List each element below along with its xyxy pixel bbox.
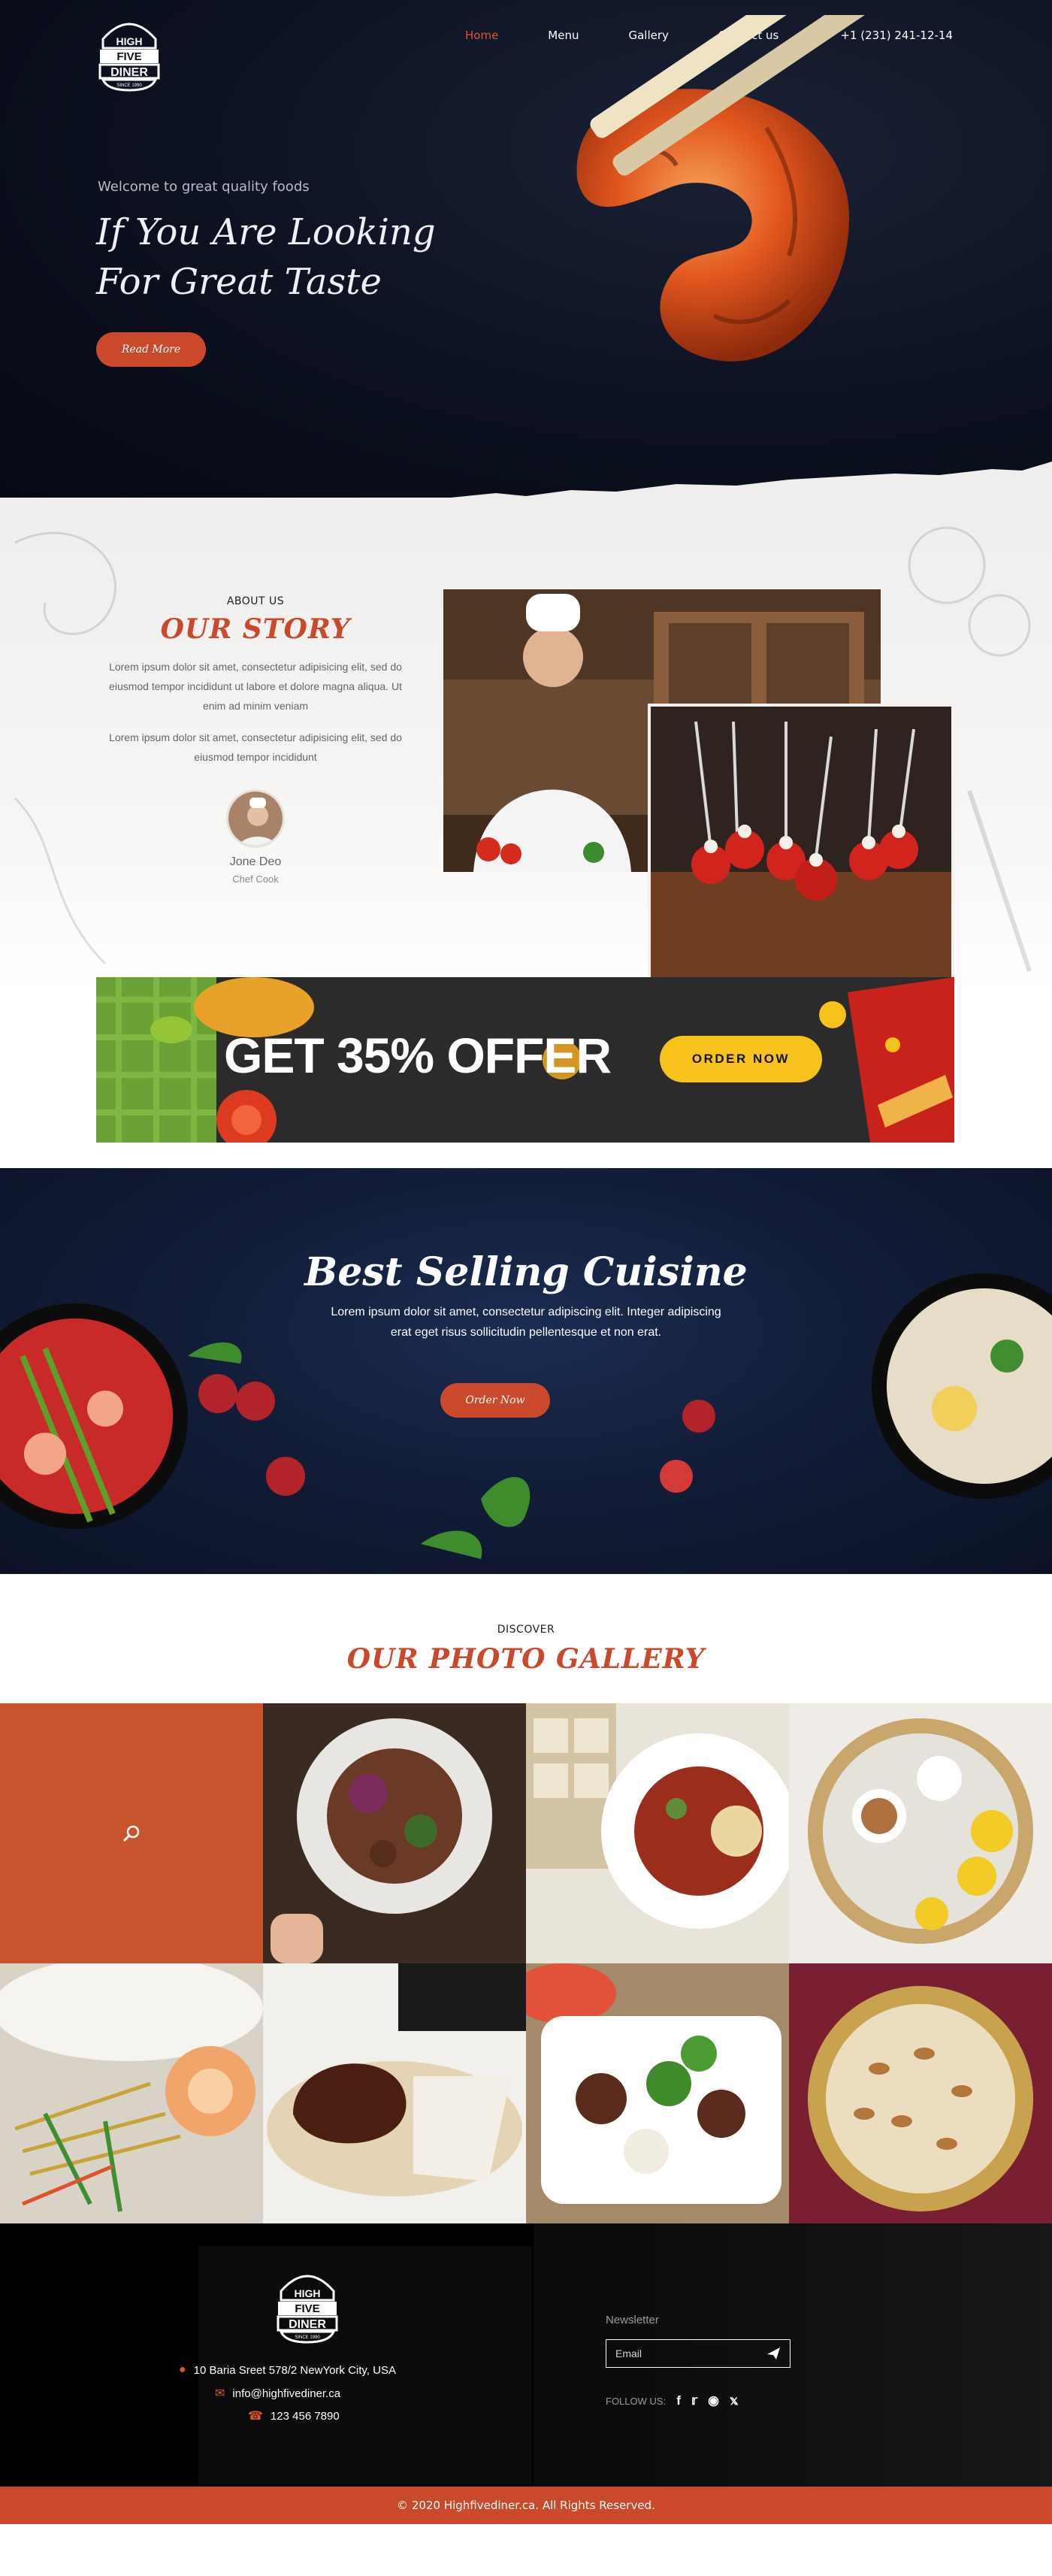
newsletter-form (606, 2339, 791, 2368)
hero-kicker: Welcome to great quality foods (98, 179, 310, 195)
gallery-photo-tea-tray[interactable] (789, 1703, 1052, 1963)
vegetables-sketch-decoration (908, 526, 1031, 657)
footer-address: ● 10 Baria Sreet 578/2 NewYork City, USA (179, 2363, 396, 2377)
chef-avatar (226, 789, 285, 848)
footer-phone[interactable]: ☎ 123 456 7890 (248, 2408, 340, 2423)
gallery-photo-stew[interactable] (526, 1703, 789, 1963)
gallery-photo-shrimp-noodles[interactable] (0, 1963, 263, 2223)
read-more-button[interactable]: Read More (96, 332, 206, 367)
instagram-icon[interactable]: ◉ (708, 2393, 719, 2408)
gallery-photo-pepper-beef[interactable] (526, 1963, 789, 2223)
cuisine-background-image (0, 1273, 1052, 1559)
gallery-photo-glazed-meat[interactable] (263, 1963, 526, 2223)
follow-us-label: FOLLOW US: (606, 2395, 667, 2407)
best-selling-title: Best Selling Cuisine (304, 1249, 748, 1295)
newsletter-email-input[interactable] (606, 2347, 757, 2360)
gallery-tile-search[interactable] (0, 1703, 263, 1963)
story-paragraph-2: Lorem ipsum dolor sit amet, consectetur … (109, 731, 402, 763)
envelope-icon: ✉ (215, 2387, 225, 2400)
torn-edge-divider (0, 462, 1052, 498)
footer-logo[interactable]: HIGH FIVE DINER SINCE 1990 (274, 2263, 341, 2345)
chef-role: Chef Cook (232, 873, 279, 885)
story-title: OUR STORY (160, 613, 351, 645)
best-selling-section: Best Selling Cuisine Lorem ipsum dolor s… (0, 1168, 1052, 1574)
gallery-title: OUR PHOTO GALLERY (346, 1643, 706, 1675)
our-story-section: ABOUT US OUR STORY Lorem ipsum dolor sit… (0, 498, 1052, 994)
utensil-sketch-decoration (967, 790, 1032, 972)
footer-logo-tagline: SINCE 1990 (295, 2335, 320, 2340)
photo-gallery-grid (0, 1703, 1052, 2223)
send-icon[interactable] (767, 2347, 781, 2360)
newsletter-label: Newsletter (606, 2314, 659, 2326)
best-selling-description: Lorem ipsum dolor sit amet, consectetur … (331, 1306, 721, 1339)
site-footer: HIGH FIVE DINER SINCE 1990 ● 10 Baria Sr… (0, 2223, 1052, 2487)
pinterest-icon[interactable]: 𝕩 (730, 2393, 739, 2408)
search-icon[interactable] (122, 1824, 141, 1843)
footer-logo-word-2: FIVE (295, 2302, 319, 2315)
hero-title: If You Are Looking For Great Taste (96, 207, 487, 307)
logo-word-3: DINER (110, 66, 148, 79)
gallery-photo-kheer[interactable] (789, 1963, 1052, 2223)
copyright-bar: © 2020 Highfivediner.ca. All Rights Rese… (0, 2487, 1052, 2524)
footer-email[interactable]: ✉ info@highfivediner.ca (215, 2386, 340, 2401)
offer-banner[interactable]: GET 35% OFFER ORDER NOW (96, 977, 954, 1143)
hero-title-line-1: If You Are Looking (96, 211, 436, 253)
gallery-header: DISCOVER OUR PHOTO GALLERY (0, 1574, 1052, 1703)
footer-address-text: 10 Baria Sreet 578/2 NewYork City, USA (193, 2363, 396, 2377)
order-now-link-button[interactable]: Order Now (440, 1383, 550, 1418)
logo-word-2: FIVE (116, 50, 141, 63)
story-paragraph-1: Lorem ipsum dolor sit amet, consectetur … (109, 661, 402, 712)
story-kicker: ABOUT US (226, 595, 285, 607)
logo-tagline: SINCE 1990 (116, 83, 142, 88)
hero-title-line-2: For Great Taste (96, 261, 382, 303)
shrimp-chopsticks-image (576, 15, 1019, 362)
phone-icon: ☎ (248, 2410, 263, 2423)
facebook-icon[interactable]: f (676, 2393, 681, 2408)
offer-section: GET 35% OFFER ORDER NOW (0, 977, 1052, 1143)
location-pin-icon: ● (179, 2363, 186, 2376)
footer-phone-text[interactable]: 123 456 7890 (271, 2410, 340, 2423)
logo-word-1: HIGH (116, 35, 143, 47)
footer-logo-word-1: HIGH (295, 2287, 321, 2299)
site-logo[interactable]: HIGH FIVE DINER SINCE 1990 (95, 11, 163, 93)
footer-logo-word-3: DINER (289, 2318, 326, 2331)
gallery-kicker: DISCOVER (497, 1624, 555, 1636)
twitter-icon[interactable]: 𝕣 (691, 2393, 697, 2408)
story-text-block: ABOUT US OUR STORY Lorem ipsum dolor sit… (98, 595, 413, 885)
offer-headline: GET 35% OFFER (224, 1028, 612, 1083)
nav-home[interactable]: Home (465, 29, 498, 42)
order-now-button[interactable]: ORDER NOW (660, 1036, 822, 1082)
chef-name: Jone Deo (229, 855, 282, 868)
social-links: FOLLOW US: f 𝕣 ◉ 𝕩 (606, 2393, 738, 2408)
stuffed-tomato-photo (648, 704, 954, 986)
footer-email-text[interactable]: info@highfivediner.ca (232, 2387, 340, 2400)
gallery-photo-beef-salad[interactable] (263, 1703, 526, 1963)
hero-section: HIGH FIVE DINER SINCE 1990 Home Menu Gal… (0, 0, 1052, 498)
